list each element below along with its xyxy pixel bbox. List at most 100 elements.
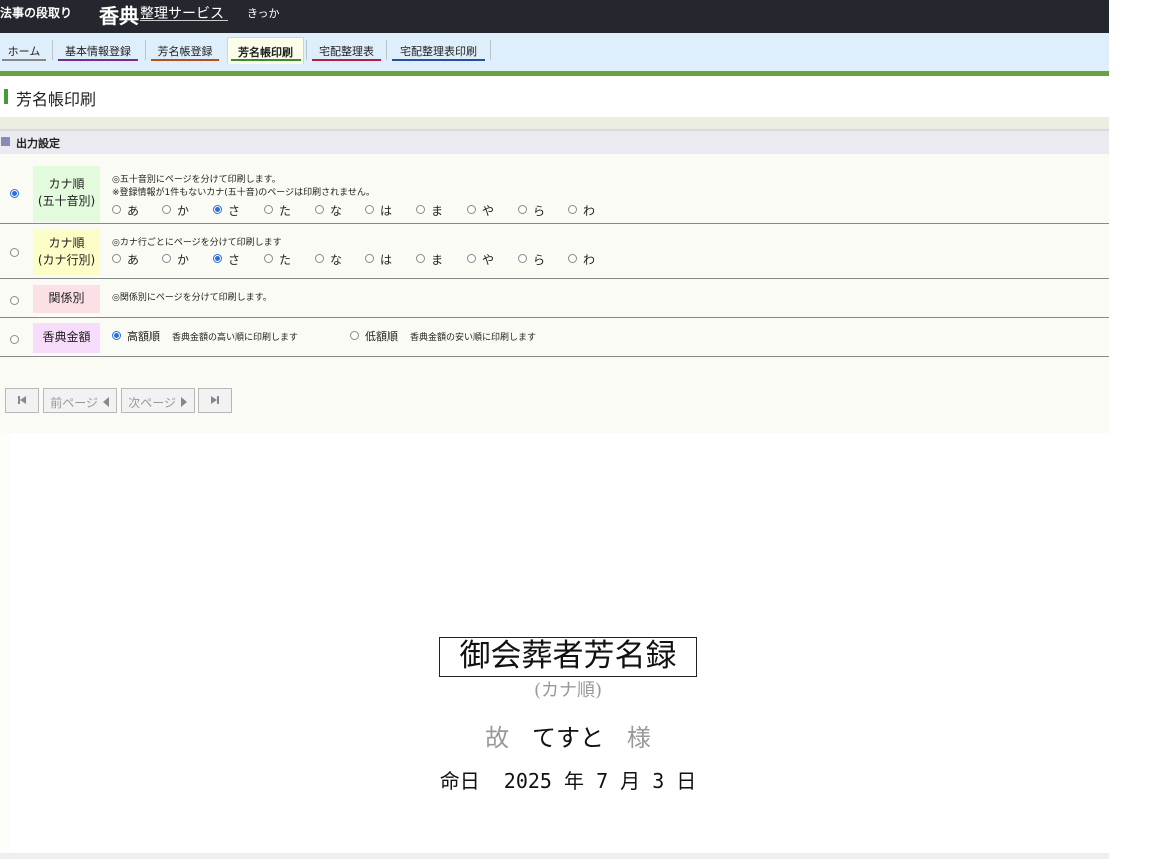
kana-char: は [380, 204, 393, 218]
option-label-kana-row[interactable]: カナ順 (カナ行別) [33, 229, 100, 275]
tab-guestbook-print-underline [231, 59, 301, 61]
last-page-icon [211, 396, 219, 404]
tab-guestbook-entry-underline [151, 59, 219, 61]
last-page-button[interactable] [198, 388, 232, 413]
kana50-radio[interactable] [365, 205, 374, 214]
next-arrow-icon [180, 397, 187, 407]
day-unit: 日 [676, 769, 697, 793]
kana-row-radio[interactable] [518, 254, 527, 263]
option-note: ◎関係別にページを分けて印刷します。 [112, 293, 272, 303]
kana-char: や [482, 253, 495, 267]
tab-delivery-sheet-print-underline [392, 59, 485, 61]
kana50-radio[interactable] [315, 205, 324, 214]
next-page-button[interactable]: 次ページ [121, 388, 195, 413]
kana-char: た [279, 253, 292, 267]
kana50-radio[interactable] [213, 205, 222, 214]
next-page-label: 次ページ [128, 396, 176, 410]
option-label-line1: 香典金額 [42, 330, 91, 344]
prev-page-button[interactable]: 前ページ [43, 388, 117, 413]
kana50-radio[interactable] [568, 205, 577, 214]
option-label-line2: (五十音別) [37, 194, 96, 208]
kana-row-radio[interactable] [162, 254, 171, 263]
kana-row-radio[interactable] [264, 254, 273, 263]
year-unit: 年 [564, 769, 585, 793]
radio-kana50[interactable] [10, 189, 19, 198]
preview-title: 御会葬者芳名録 [439, 637, 697, 677]
amount-low-radio[interactable] [350, 331, 359, 340]
option-label-relation[interactable]: 関係別 [33, 285, 100, 313]
kana50-radio[interactable] [416, 205, 425, 214]
deceased-suffix: 様 [626, 724, 651, 752]
site-prefix: 法事の段取り [0, 6, 73, 20]
kana-row-radio[interactable] [467, 254, 476, 263]
amount-high-note: 香典金額の高い順に印刷します [172, 333, 299, 343]
radio-kana-row[interactable] [10, 248, 19, 257]
user-name: きっか [247, 7, 280, 20]
kana-char: か [177, 204, 190, 218]
kana-row-radio[interactable] [213, 254, 222, 263]
option-label-kana50[interactable]: カナ順 (五十音別) [33, 166, 100, 222]
kana50-radio[interactable] [162, 205, 171, 214]
option-label-line1: カナ順 [48, 177, 85, 191]
kana-char: さ [228, 253, 241, 267]
kana50-radio[interactable] [467, 205, 476, 214]
tab-separator [490, 40, 491, 60]
radio-relation[interactable] [10, 296, 19, 305]
option-label-line2: (カナ行別) [37, 253, 96, 267]
kana-char: あ [127, 253, 140, 267]
page-title: 芳名帳印刷 [16, 90, 97, 109]
month-unit: 月 [620, 769, 641, 793]
logo-bold[interactable]: 香典 [99, 0, 139, 29]
kana-row-radio[interactable] [112, 254, 121, 263]
prev-page-label: 前ページ [50, 396, 98, 410]
kana50-radio[interactable] [112, 205, 121, 214]
kana-char: ら [533, 204, 546, 218]
kana-char: な [330, 253, 343, 267]
first-page-icon [18, 396, 26, 404]
tab-basic-info-underline [58, 59, 138, 61]
option-label-line1: 関係別 [48, 291, 85, 305]
option-row-kana50: カナ順 (五十音別) ◎五十音別にページを分けて印刷します。 ※登録情報が1件も… [0, 161, 1109, 224]
kana-char: た [279, 204, 292, 218]
preview-subtitle: (カナ順) [533, 680, 603, 701]
kana50-radio[interactable] [518, 205, 527, 214]
kana-char: さ [228, 204, 241, 218]
tab-separator [306, 40, 307, 60]
kana-char: は [380, 253, 393, 267]
death-month: 7 [596, 769, 609, 793]
kana50-radio[interactable] [264, 205, 273, 214]
tab-home-underline [2, 59, 46, 61]
kana-row-radio[interactable] [365, 254, 374, 263]
option-note: ◎カナ行ごとにページを分けて印刷します [112, 238, 282, 248]
deceased-name-line: 故 てすと 様 [0, 718, 1136, 753]
option-note: ◎五十音別にページを分けて印刷します。 [112, 175, 281, 185]
tab-delivery-sheet-underline [312, 59, 381, 61]
amount-high-radio[interactable] [112, 331, 121, 340]
kana-row-radio[interactable] [416, 254, 425, 263]
kana-char: ま [431, 253, 444, 267]
divider-band [0, 117, 1109, 129]
deceased-name: てすと [532, 724, 604, 752]
deceased-prefix: 故 [485, 724, 510, 752]
death-date-label: 命日 [439, 769, 480, 793]
section-square-icon [1, 137, 10, 146]
kana-char: か [177, 253, 190, 267]
tab-separator [52, 40, 53, 60]
option-row-kana-row: カナ順 (カナ行別) ◎カナ行ごとにページを分けて印刷します あ か さ た な… [0, 224, 1109, 279]
kana-char: ま [431, 204, 444, 218]
kana-char: ら [533, 253, 546, 267]
prev-arrow-icon [102, 397, 109, 407]
kana-char: あ [127, 204, 140, 218]
kana-row-radio[interactable] [315, 254, 324, 263]
death-day: 3 [652, 769, 665, 793]
kana-row-radio[interactable] [568, 254, 577, 263]
radio-amount[interactable] [10, 335, 19, 344]
main-nav: ホーム 基本情報登録 芳名帳登録 芳名帳印刷 宅配整理表 宅配整理表印刷 [0, 33, 1109, 71]
amount-low-label: 低額順 [365, 330, 398, 343]
death-year: 2025 [503, 769, 552, 793]
kana-char: な [330, 204, 343, 218]
option-label-amount[interactable]: 香典金額 [33, 323, 100, 353]
nav-accent-line [0, 71, 1109, 76]
bottom-border [0, 853, 1109, 859]
first-page-button[interactable] [5, 388, 39, 413]
